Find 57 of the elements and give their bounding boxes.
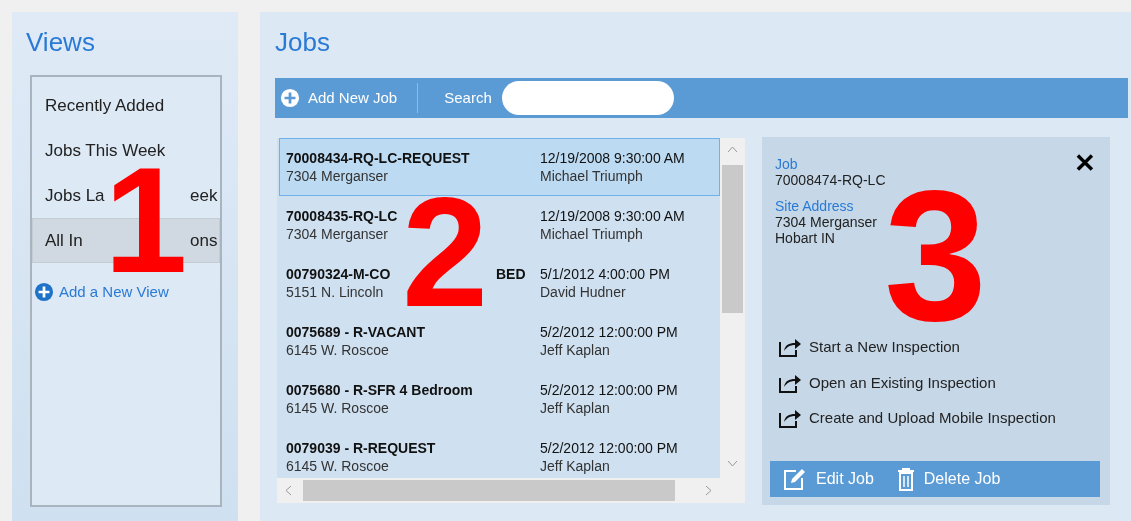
job-number: BED (496, 265, 526, 283)
job-number: 70008435-RQ-LC (286, 207, 398, 225)
horizontal-scrollbar[interactable] (277, 478, 745, 503)
job-date: 5/2/2012 12:00:00 PM (540, 323, 678, 341)
job-address: 6145 W. Roscoe (286, 399, 389, 417)
scroll-up-icon[interactable] (727, 146, 738, 153)
job-date: 5/2/2012 12:00:00 PM (540, 439, 678, 457)
job-address: 7304 Merganser (286, 225, 388, 243)
scroll-right-icon[interactable] (705, 485, 712, 496)
search-label: Search (444, 87, 492, 108)
add-view-link[interactable]: Add a New View (34, 281, 169, 304)
scrollbar-thumb[interactable] (303, 480, 675, 501)
job-number: 00790324-M-CO (286, 265, 391, 283)
job-date: 5/2/2012 12:00:00 PM (540, 381, 678, 399)
plus-icon (280, 88, 300, 108)
inspector-name: David Hudner (540, 283, 626, 301)
job-number: 70008474-RQ-LC (775, 172, 886, 188)
job-date: 5/1/2012 4:00:00 PM (540, 265, 670, 283)
job-row[interactable]: 70008434-RQ-LC-REQUEST 7304 Merganser 12/19/2008 9:30:00 AM Michael Triumph (279, 138, 720, 196)
job-label: Job (775, 156, 798, 172)
search-field[interactable] (501, 81, 674, 115)
scroll-down-icon[interactable] (727, 460, 738, 467)
views-title: Views (26, 26, 95, 58)
scroll-left-icon[interactable] (285, 485, 292, 496)
inspector-name: Jeff Kaplan (540, 399, 610, 417)
inspection-action-link[interactable]: Create and Upload Mobile Inspection (778, 407, 1056, 430)
callout-number: 2 (402, 197, 484, 309)
job-address: 6145 W. Roscoe (286, 341, 389, 359)
share-icon (778, 336, 802, 359)
site-address-label: Site Address (775, 198, 854, 214)
jobs-title: Jobs (275, 26, 330, 58)
job-number: 0075680 - R-SFR 4 Bedroom (286, 381, 473, 399)
job-address: 7304 Merganser (286, 167, 388, 185)
view-item[interactable]: Recently Added (32, 83, 220, 128)
job-number: 70008434-RQ-LC-REQUEST (286, 149, 470, 167)
vertical-scrollbar[interactable] (720, 138, 745, 478)
edit-icon (782, 467, 806, 491)
job-address: 6145 W. Roscoe (286, 457, 389, 475)
inspector-name: Michael Triumph (540, 167, 643, 185)
callout-number: 3 (884, 190, 980, 324)
job-date: 12/19/2008 9:30:00 AM (540, 207, 685, 225)
job-number: 0075689 - R-VACANT (286, 323, 425, 341)
scrollbar-thumb[interactable] (722, 165, 743, 313)
share-icon (778, 407, 802, 430)
inspector-name: Michael Triumph (540, 225, 643, 243)
job-date: 12/19/2008 9:30:00 AM (540, 149, 685, 167)
inspection-action-link[interactable]: Start a New Inspection (778, 336, 960, 359)
job-address: 5151 N. Lincoln (286, 283, 384, 301)
inspector-name: Jeff Kaplan (540, 341, 610, 359)
address-line: 7304 Merganser (775, 214, 877, 230)
plus-icon (34, 282, 54, 303)
job-number: 0079039 - R-REQUEST (286, 439, 436, 457)
inspector-name: Jeff Kaplan (540, 457, 610, 475)
close-button[interactable]: ✕ (1074, 149, 1096, 177)
address-line: Hobart IN (775, 230, 835, 246)
trash-icon (895, 467, 916, 491)
inspection-action-link[interactable]: Open an Existing Inspection (778, 371, 996, 394)
